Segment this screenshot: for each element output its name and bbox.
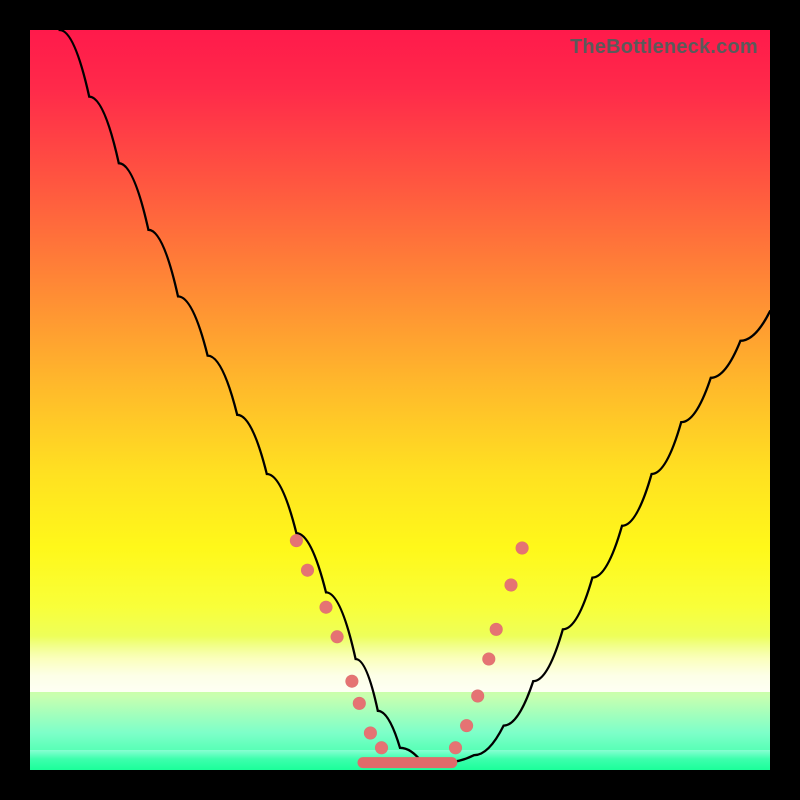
data-dot [449, 741, 462, 754]
plot-area: TheBottleneck.com [30, 30, 770, 770]
chart-stage: TheBottleneck.com [0, 0, 800, 800]
data-dot [345, 675, 358, 688]
dots-right-group [449, 542, 529, 755]
data-dot [490, 623, 503, 636]
data-dot [516, 542, 529, 555]
data-dot [364, 727, 377, 740]
data-dot [471, 690, 484, 703]
data-dot [460, 719, 473, 732]
data-dot [290, 534, 303, 547]
data-dot [353, 697, 366, 710]
data-dot [482, 653, 495, 666]
data-dot [320, 601, 333, 614]
data-dot [375, 741, 388, 754]
data-dot [301, 564, 314, 577]
curve-layer [30, 30, 770, 770]
data-dot [505, 579, 518, 592]
bottleneck-curve [30, 0, 770, 763]
dots-left-group [290, 534, 388, 754]
data-dot [331, 630, 344, 643]
